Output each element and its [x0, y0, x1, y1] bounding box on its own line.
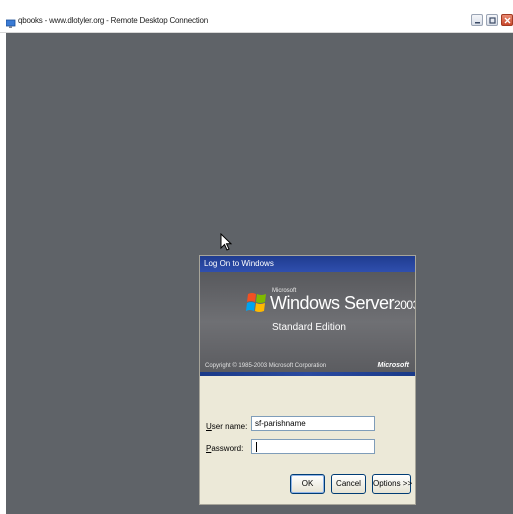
- product-name: Windows Server2003: [270, 293, 415, 314]
- close-icon: [504, 17, 511, 24]
- window-titlebar[interactable]: qbooks - www.dlotyler.org - Remote Deskt…: [0, 0, 513, 33]
- remote-desktop-icon: [5, 16, 16, 28]
- window-title: qbooks - www.dlotyler.org - Remote Deskt…: [18, 16, 208, 25]
- ok-button[interactable]: OK: [290, 474, 325, 494]
- minimize-button[interactable]: [471, 14, 483, 26]
- mouse-pointer-icon: [220, 233, 233, 251]
- options-button[interactable]: Options >>: [372, 474, 412, 494]
- product-version: 2003: [394, 298, 415, 312]
- password-label-text: assword:: [211, 444, 244, 453]
- password-field[interactable]: [251, 439, 375, 454]
- user-name-label-text: ser name:: [211, 422, 248, 431]
- password-label: Password:: [206, 444, 243, 453]
- copyright-text: Copyright © 1985-2003 Microsoft Corporat…: [205, 363, 327, 369]
- text-caret: [256, 442, 257, 452]
- banner-accent-strip: [200, 372, 415, 376]
- user-name-label: User name:: [206, 422, 247, 431]
- dialog-title[interactable]: Log On to Windows: [200, 256, 415, 272]
- maximize-icon: [489, 17, 496, 24]
- product-edition: Standard Edition: [272, 322, 346, 333]
- product-name-text: Windows Server: [270, 293, 395, 313]
- logon-dialog: Log On to Windows Microsoft Windows Serv…: [200, 256, 415, 504]
- windows-server-banner: Microsoft Windows Server2003 Standard Ed…: [200, 272, 415, 372]
- close-button[interactable]: [501, 14, 513, 26]
- minimize-icon: [475, 22, 480, 24]
- microsoft-logo: Microsoft: [377, 362, 410, 369]
- remote-desktop-window: qbooks - www.dlotyler.org - Remote Deskt…: [0, 0, 513, 514]
- cancel-button[interactable]: Cancel: [331, 474, 366, 494]
- maximize-button[interactable]: [486, 14, 498, 26]
- windows-flag-icon: [246, 293, 266, 312]
- user-name-field[interactable]: sf-parishname: [251, 416, 375, 431]
